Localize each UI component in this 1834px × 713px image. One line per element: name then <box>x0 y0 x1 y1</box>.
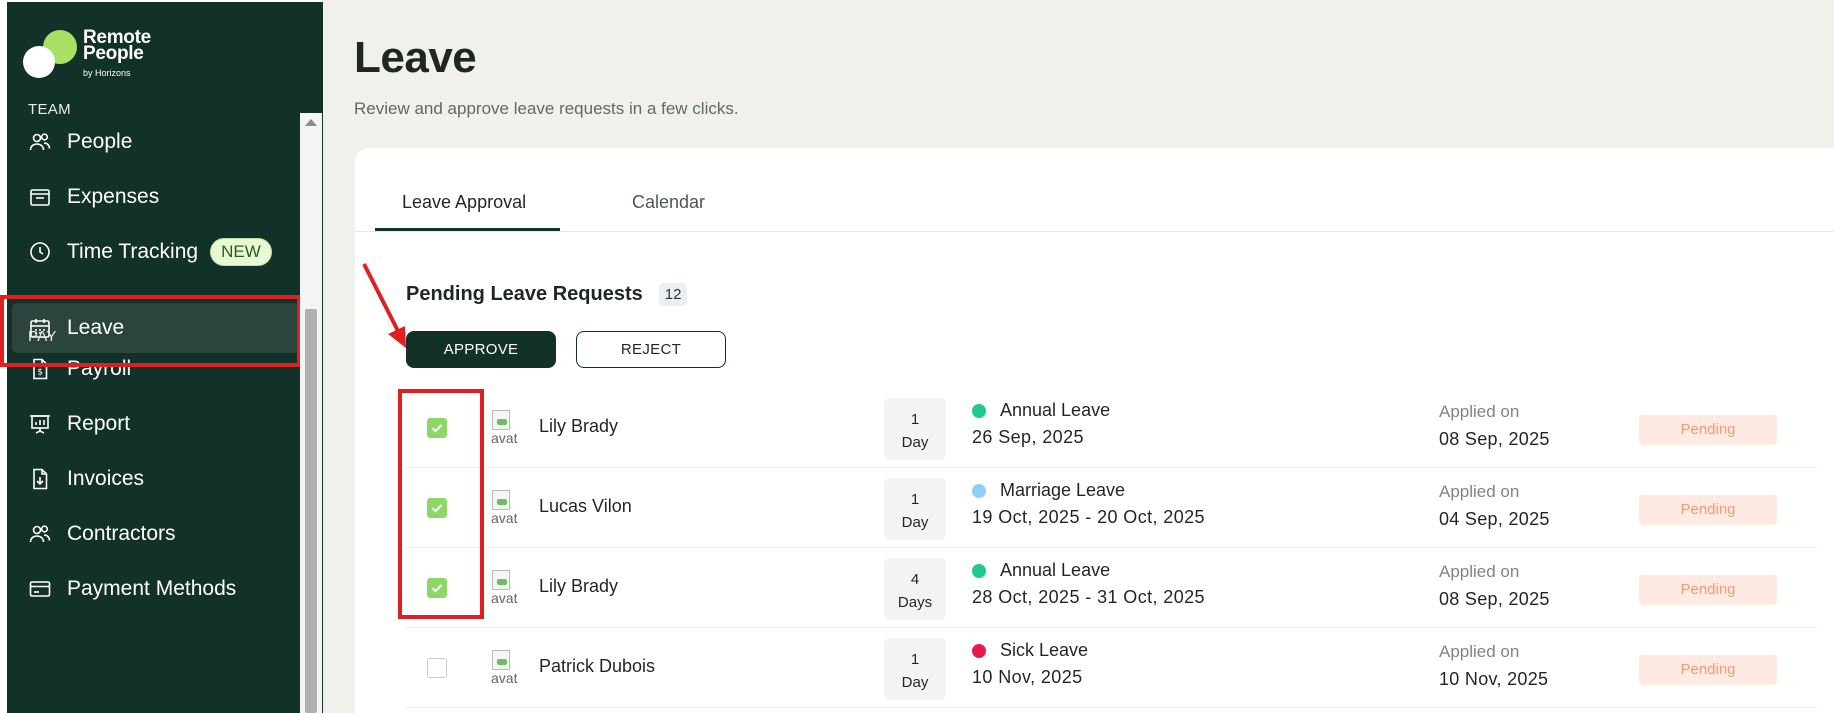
applied-date: 10 Nov, 2025 <box>1439 669 1549 689</box>
sidebar-item-invoices[interactable]: Invoices <box>7 454 305 504</box>
employee-name[interactable]: Lily Brady <box>539 576 618 597</box>
avatar: avat <box>490 650 524 686</box>
credit-card-icon <box>28 577 52 601</box>
leave-dates: 28 Oct, 2025 - 31 Oct, 2025 <box>972 587 1205 607</box>
avatar: avat <box>490 410 524 446</box>
tab-bar: Leave Approval Calendar <box>355 148 1834 232</box>
leave-dates: 10 Nov, 2025 <box>972 667 1083 687</box>
sidebar-item-people[interactable]: People <box>7 117 305 167</box>
employee-name[interactable]: Lily Brady <box>539 416 618 437</box>
clock-icon <box>28 240 52 264</box>
approve-button[interactable]: APPROVE <box>406 331 556 368</box>
leave-duration: 4 Days <box>884 558 946 620</box>
sidebar-item-label: Invoices <box>67 467 145 490</box>
applied-on-label: Applied on <box>1439 642 1520 661</box>
sidebar-item-time-tracking[interactable]: Time Tracking NEW <box>7 227 305 277</box>
tab-calendar[interactable]: Calendar <box>632 192 705 213</box>
avatar: avat <box>490 570 524 606</box>
sidebar-item-label: Payment Methods <box>67 577 237 600</box>
table-row[interactable]: avat Lily Brady 4 Days Annual Leave 28 Oc… <box>406 548 1817 628</box>
section-label-team: TEAM <box>28 101 71 118</box>
active-tab-indicator <box>375 228 560 231</box>
tab-leave-approval[interactable]: Leave Approval <box>402 192 526 213</box>
reject-button[interactable]: REJECT <box>576 331 726 368</box>
sidebar-item-report[interactable]: Report <box>7 399 305 449</box>
status-badge: Pending <box>1639 415 1777 445</box>
sidebar-item-contractors[interactable]: Contractors <box>7 509 305 559</box>
sidebar-item-label: Time Tracking <box>67 240 199 263</box>
table-row[interactable]: avat Patrick Dubois 1 Day Sick Leave 10 N… <box>406 628 1817 708</box>
expenses-icon <box>28 185 52 209</box>
leave-type-dot <box>972 643 986 658</box>
leave-type: Marriage Leave <box>972 480 1125 501</box>
scroll-up-arrow-icon[interactable] <box>305 119 317 126</box>
brand-logo[interactable]: Remote People by Horizons <box>23 28 163 84</box>
sidebar: Remote People by Horizons TEAM People Exp… <box>0 0 323 713</box>
sidebar-item-label: Expenses <box>67 185 160 208</box>
employee-name[interactable]: Lucas Vilon <box>539 496 632 517</box>
leave-card: Leave Approval Calendar Pending Leave Re… <box>355 148 1834 713</box>
page-subtitle: Review and approve leave requests in a f… <box>354 99 739 118</box>
brand-name: Remote People <box>83 27 151 64</box>
status-badge: Pending <box>1639 495 1777 525</box>
avatar: avat <box>490 490 524 526</box>
applied-date: 04 Sep, 2025 <box>1439 509 1550 529</box>
pending-title-text: Pending Leave Requests <box>406 283 643 305</box>
leave-type-dot <box>972 563 986 578</box>
leave-type: Sick Leave <box>972 640 1088 661</box>
sidebar-item-label: Contractors <box>67 522 176 545</box>
leave-duration: 1 Day <box>884 478 946 540</box>
sidebar-item-expenses[interactable]: Expenses <box>7 172 305 222</box>
table-row[interactable]: avat Lucas Vilon 1 Day Marriage Leave 19 … <box>406 468 1817 548</box>
row-checkbox[interactable] <box>427 658 447 678</box>
sidebar-item-payment-methods[interactable]: Payment Methods <box>7 564 305 614</box>
leave-dates: 19 Oct, 2025 - 20 Oct, 2025 <box>972 507 1205 527</box>
status-badge: Pending <box>1639 655 1777 685</box>
applied-date: 08 Sep, 2025 <box>1439 589 1550 609</box>
employee-name[interactable]: Patrick Dubois <box>539 656 655 677</box>
leave-dates: 26 Sep, 2025 <box>972 427 1084 447</box>
applied-on-label: Applied on <box>1439 482 1520 501</box>
applied-on-label: Applied on <box>1439 562 1520 581</box>
logo-mark-white <box>23 46 55 78</box>
red-arrow-icon <box>362 263 406 348</box>
leave-type-dot <box>972 483 986 498</box>
sidebar-scrollbar[interactable] <box>300 113 322 713</box>
pending-count-badge: 12 <box>658 283 688 306</box>
sidebar-item-label: People <box>67 130 133 153</box>
people-icon <box>28 130 52 154</box>
leave-type: Annual Leave <box>972 400 1110 421</box>
page-title: Leave <box>354 33 477 82</box>
invoice-icon <box>28 467 52 491</box>
pending-requests-heading: Pending Leave Requests 12 <box>406 283 688 306</box>
report-icon <box>28 412 52 436</box>
status-badge: Pending <box>1639 575 1777 605</box>
new-badge: NEW <box>210 238 272 266</box>
table-row[interactable]: avat Lily Brady 1 Day Annual Leave 26 Sep… <box>406 388 1817 468</box>
contractors-icon <box>28 522 52 546</box>
sidebar-item-label: Report <box>67 412 131 435</box>
svg-text:$: $ <box>37 368 43 378</box>
applied-date: 08 Sep, 2025 <box>1439 429 1550 449</box>
scrollbar-thumb[interactable] <box>305 309 317 713</box>
leave-duration: 1 Day <box>884 398 946 460</box>
leave-type: Annual Leave <box>972 560 1110 581</box>
checkbox-highlight-annotation <box>398 389 484 619</box>
leave-type-dot <box>972 403 986 418</box>
applied-on-label: Applied on <box>1439 402 1520 421</box>
leave-highlight-annotation <box>0 295 301 367</box>
brand-tagline: by Horizons <box>83 68 131 78</box>
leave-duration: 1 Day <box>884 638 946 700</box>
